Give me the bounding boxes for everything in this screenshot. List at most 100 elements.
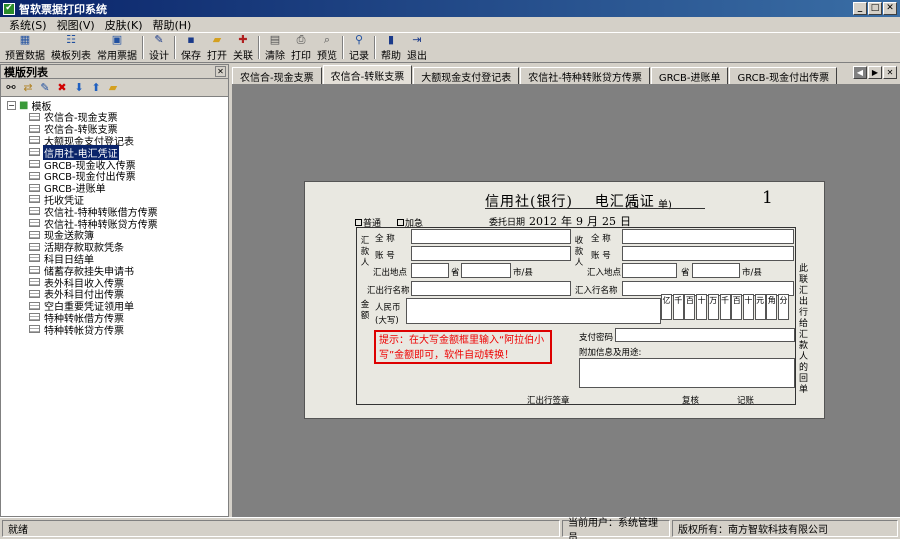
template-doc-icon <box>29 301 40 310</box>
city-label: 市/县 <box>742 268 762 278</box>
folder-icon[interactable]: ▰ <box>106 81 120 94</box>
amount-digit-cell[interactable]: 千 <box>672 294 684 320</box>
workspace: 信用社(银行) 电汇凭证 (回 单) 1 普通 加急 委托日期 2012 年 9… <box>232 84 900 517</box>
status-user: 当前用户：系统管理员 <box>562 518 670 539</box>
window-icon: ▣ <box>111 33 123 46</box>
template-tree: − ■ 模板 农信合-现金支票 农信合-转账支票 大额现金支付登记表 信用社-电汇凭证… <box>1 97 228 337</box>
save-button[interactable]: ▪ 保存 <box>178 33 204 62</box>
maximize-button[interactable]: □ <box>868 2 882 15</box>
search-icon: ⚲ <box>354 33 364 46</box>
template-doc-icon <box>29 254 40 263</box>
remit-bank-input[interactable] <box>411 281 571 296</box>
template-doc-icon <box>29 242 40 251</box>
tree-item[interactable]: GRCB-现金付出传票 <box>7 170 228 183</box>
template-doc-icon <box>29 325 40 334</box>
tab-0[interactable]: 农信合-现金支票 <box>232 67 322 84</box>
tree-item[interactable]: 活期存款取款凭条 <box>7 241 228 254</box>
status-bar: 就绪 当前用户：系统管理员 版权所有：南方智软科技有限公司 <box>0 517 900 539</box>
receive-province-input[interactable] <box>622 263 677 278</box>
amount-digit-cell[interactable]: 千 <box>719 294 731 320</box>
minimize-button[interactable]: _ <box>853 2 867 15</box>
tab-scroll-right-icon[interactable]: ▶ <box>868 66 882 79</box>
document-icon: ▤ <box>269 33 281 46</box>
amount-digit-cell[interactable]: 百 <box>684 294 696 320</box>
template-doc-icon <box>29 195 40 204</box>
tab-1[interactable]: 农信合-转账支票 <box>322 65 413 84</box>
payee-name-input[interactable] <box>622 229 794 244</box>
remit-province-input[interactable] <box>411 263 449 278</box>
remit-city-input[interactable] <box>461 263 511 278</box>
remitter-name-label: 全 称 <box>375 234 395 244</box>
tree-item[interactable]: GRCB-进账单 <box>7 182 228 195</box>
design-button[interactable]: ✎ 设计 <box>146 33 172 62</box>
arrow-up-icon[interactable]: ⬆ <box>89 81 103 94</box>
amount-uppercase-input[interactable] <box>406 298 661 324</box>
template-doc-icon <box>29 148 40 157</box>
toolbar-separator <box>342 36 344 59</box>
extra-info-label: 附加信息及用途: <box>579 348 642 358</box>
panel-close-icon[interactable]: ✕ <box>215 66 226 77</box>
record-button[interactable]: ⚲ 记录 <box>346 33 372 62</box>
receive-city-input[interactable] <box>692 263 740 278</box>
help-button[interactable]: ▮ 帮助 <box>378 33 404 62</box>
amount-digit-cell[interactable]: 十 <box>696 294 708 320</box>
tab-scroll-left-icon[interactable]: ◀ <box>853 66 867 79</box>
amount-digit-cell[interactable]: 角 <box>766 294 778 320</box>
pay-password-input[interactable] <box>615 328 795 342</box>
receive-place-label: 汇入地点 <box>587 268 622 278</box>
folder-icon: ▰ <box>212 33 222 46</box>
remitter-side-label: 汇款人 <box>360 236 370 268</box>
collapse-icon[interactable]: − <box>7 100 16 110</box>
printer-icon: ⎙ <box>296 33 306 46</box>
tree-icon: ☷ <box>66 33 76 46</box>
common-bills-button[interactable]: ▣ 常用票据 <box>94 33 140 62</box>
edit-icon[interactable]: ✎ <box>38 81 52 94</box>
tree-item[interactable]: 特种转帐贷方传票 <box>7 323 228 337</box>
tab-strip: 农信合-现金支票 农信合-转账支票 大额现金支付登记表 农信社-特种转账贷方传票 GRC… <box>232 64 900 84</box>
tab-close-icon[interactable]: ✕ <box>883 66 897 79</box>
preview-button[interactable]: ⌕ 预览 <box>314 33 340 62</box>
tab-2[interactable]: 大额现金支付登记表 <box>413 67 520 84</box>
payee-account-input[interactable] <box>622 246 794 261</box>
menu-view[interactable]: 视图(V) <box>52 17 100 33</box>
tab-4[interactable]: GRCB-进账单 <box>650 67 729 84</box>
tree-item[interactable]: 农信社-特种转账贷方传票 <box>7 217 228 231</box>
menu-skin[interactable]: 皮肤(K) <box>100 17 148 33</box>
pen-icon: ✎ <box>154 33 164 46</box>
exit-door-icon: ⇥ <box>412 33 422 46</box>
amount-side-label: 金额 <box>360 300 370 321</box>
amount-digit-cell[interactable]: 亿 <box>661 294 672 320</box>
remitter-account-input[interactable] <box>411 246 571 261</box>
menu-system[interactable]: 系统(S) <box>4 17 52 33</box>
close-button[interactable]: ✕ <box>883 2 897 15</box>
tab-5[interactable]: GRCB-现金付出传票 <box>729 67 838 84</box>
tab-3[interactable]: 农信社-特种转账贷方传票 <box>520 67 650 84</box>
amount-digit-cell[interactable]: 十 <box>742 294 754 320</box>
delete-icon[interactable]: ✖ <box>55 81 69 94</box>
binoculars-icon[interactable]: ⚯ <box>4 81 18 94</box>
panel-toolbar: ⚯ ⇄ ✎ ✖ ⬇ ⬆ ▰ <box>1 79 228 97</box>
amount-digit-cell[interactable]: 元 <box>754 294 766 320</box>
template-doc-icon <box>29 266 40 275</box>
payee-side-label: 收款人 <box>574 236 584 268</box>
preset-data-button[interactable]: ▦ 预置数据 <box>2 33 48 62</box>
amount-digit-cell[interactable]: 万 <box>707 294 719 320</box>
toolbar-separator <box>374 36 376 59</box>
open-button[interactable]: ▰ 打开 <box>204 33 230 62</box>
status-ready: 就绪 <box>2 520 560 537</box>
menu-bar: 系统(S) 视图(V) 皮肤(K) 帮助(H) <box>0 17 900 33</box>
print-button[interactable]: ⎙ 打印 <box>288 33 314 62</box>
remitter-name-input[interactable] <box>411 229 571 244</box>
amount-digit-cell[interactable]: 分 <box>778 294 789 320</box>
exit-button[interactable]: ⇥ 退出 <box>404 33 430 62</box>
clear-button[interactable]: ▤ 清除 <box>262 33 288 62</box>
extra-info-input[interactable] <box>579 358 795 388</box>
amount-digit-cell[interactable]: 百 <box>731 294 743 320</box>
link-icon[interactable]: ⇄ <box>21 81 35 94</box>
link-button[interactable]: ✚ 关联 <box>230 33 256 62</box>
menu-help[interactable]: 帮助(H) <box>147 17 196 33</box>
payee-name-label: 全 称 <box>591 234 611 244</box>
arrow-down-icon[interactable]: ⬇ <box>72 81 86 94</box>
template-list-button[interactable]: ☷ 模板列表 <box>48 33 94 62</box>
rmb-label: 人民币 <box>375 303 401 313</box>
